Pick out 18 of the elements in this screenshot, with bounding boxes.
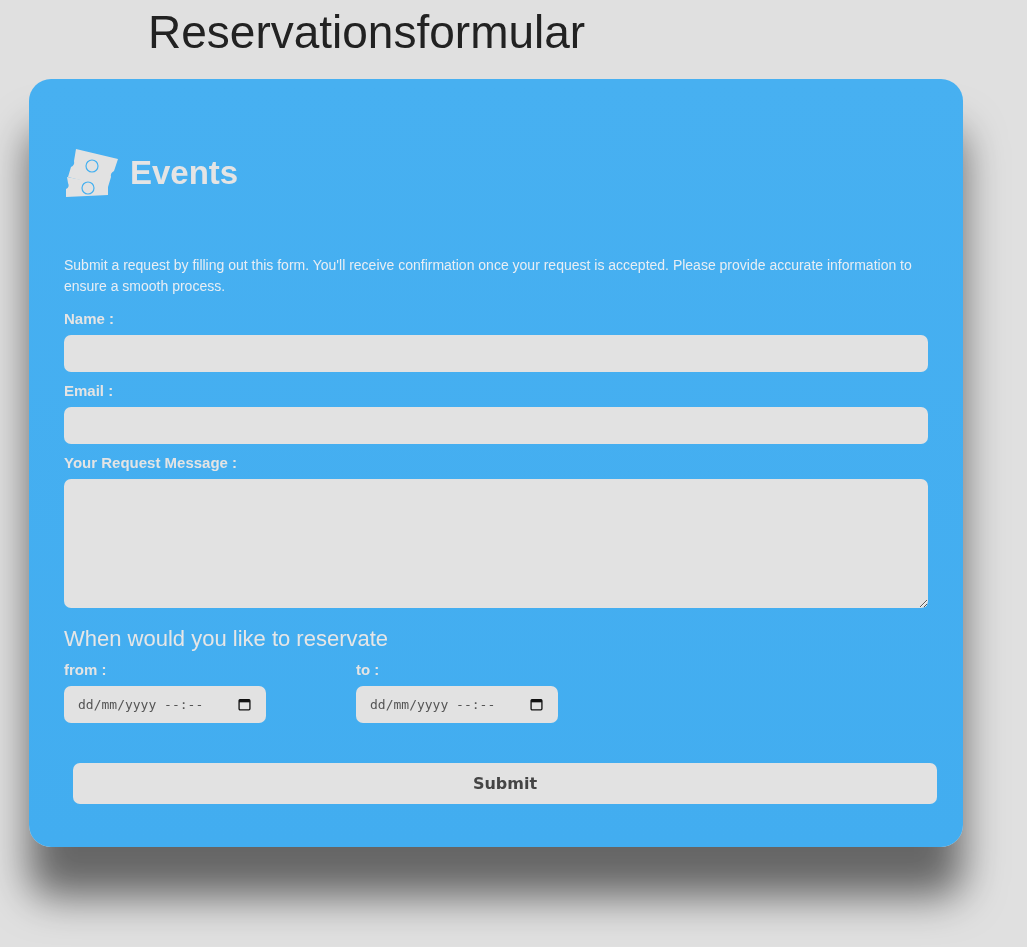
input-field[interactable]	[64, 335, 928, 372]
input-field[interactable]	[64, 407, 928, 444]
message-field[interactable]	[64, 479, 928, 608]
intro-text: Submit a request by filling out this form. You'll receive confirmation once your request is accepted. Please provide accurate information to ensure a smooth process.	[64, 256, 913, 296]
field-label: to :	[356, 660, 380, 680]
field-label: Name :	[64, 309, 115, 329]
field-label: from :	[64, 660, 107, 680]
field-label: Email :	[64, 381, 114, 401]
calendar-icon[interactable]	[238, 698, 251, 711]
tickets-icon	[64, 147, 120, 199]
brand-name: Events	[130, 154, 239, 192]
date-field[interactable]: dd/mm/yyyy --:--	[356, 686, 558, 723]
section-heading: When would you like to reservate	[64, 626, 389, 652]
calendar-icon[interactable]	[530, 698, 543, 711]
field-label: Your Request Message :	[64, 453, 238, 473]
page-title: Reservationsformular	[148, 5, 586, 60]
date-field[interactable]: dd/mm/yyyy --:--	[64, 686, 266, 723]
submit-button[interactable]: Submit	[73, 763, 937, 804]
